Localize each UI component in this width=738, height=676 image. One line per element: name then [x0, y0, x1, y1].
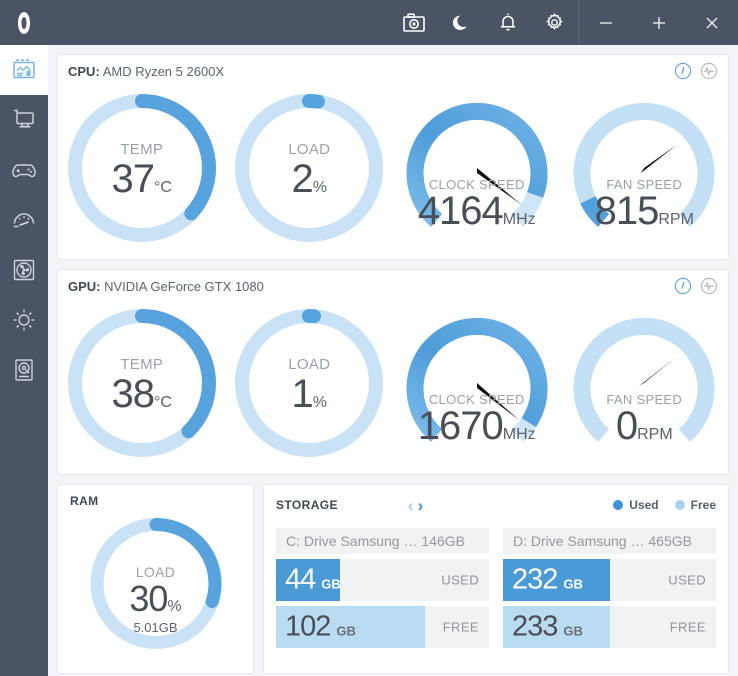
storage-prev-button[interactable]: ‹: [408, 497, 414, 514]
storage-next-button[interactable]: ›: [418, 497, 424, 514]
speedometer-icon: [10, 209, 38, 231]
gauge-view-icon[interactable]: [674, 62, 692, 80]
drive-used-value: 44 GB: [285, 563, 341, 596]
storage-header: STORAGE ‹ › Used Free: [276, 494, 716, 516]
minimize-button[interactable]: [579, 0, 632, 45]
legend-used-swatch: [613, 500, 624, 510]
graph-view-icon[interactable]: [700, 277, 718, 295]
graph-view-icon[interactable]: [700, 62, 718, 80]
drive-free-bar: 102 GB FREE: [276, 606, 489, 648]
drive-name: D: Drive Samsung … 465GB: [503, 528, 716, 554]
gpu-clock-gauge: CLOCK SPEED 1670MHz: [393, 300, 561, 472]
gpu-section-label: GPU:: [68, 279, 101, 294]
cpu-section-header: CPU: AMD Ryzen 5 2600X: [58, 55, 728, 87]
settings-button[interactable]: [531, 0, 578, 45]
cpu-load-value: 2%: [291, 157, 327, 201]
gpu-temp-label: TEMP: [120, 356, 164, 373]
cpu-fan-gauge: FAN SPEED 815RPM: [561, 85, 729, 257]
legend-used-label: Used: [629, 498, 659, 512]
cpu-temp-label: TEMP: [120, 141, 164, 158]
cpu-load-label: LOAD: [288, 141, 331, 158]
drive-free-value: 102 GB: [285, 610, 356, 643]
storage-legend: Used Free: [613, 498, 716, 512]
gpu-card: GPU: NVIDIA GeForce GTX 1080 TEMP 38°C L…: [57, 269, 729, 475]
sidebar-item-dashboard[interactable]: [0, 45, 48, 95]
dashboard-icon: [11, 58, 37, 82]
sidebar-item-performance[interactable]: [0, 195, 48, 245]
drive-list: C: Drive Samsung … 146GB 44 GB USED 102 GB: [276, 528, 716, 648]
maximize-button[interactable]: [632, 0, 685, 45]
drive-used-tag: USED: [668, 572, 706, 588]
drive-used-value: 232 GB: [512, 563, 583, 596]
drive-used-bar: 232 GB USED: [503, 559, 716, 601]
gpu-clock-value: 1670MHz: [417, 404, 536, 448]
cpu-clock-gauge: CLOCK SPEED 4164MHz: [393, 85, 561, 257]
gpu-load-label: LOAD: [288, 356, 331, 373]
drive-free-value: 233 GB: [512, 610, 583, 643]
gpu-view-toggle: [674, 277, 718, 295]
cpu-temp-gauge: TEMP 37°C: [58, 85, 226, 257]
close-button[interactable]: [685, 0, 738, 45]
gpu-device-name: NVIDIA GeForce GTX 1080: [104, 279, 264, 294]
gpu-gauges: TEMP 38°C LOAD 1% CLOCK SPEED 1670MHz FA…: [58, 300, 728, 472]
gpu-fan-value: 0RPM: [615, 404, 673, 448]
gauge-view-icon[interactable]: [674, 277, 692, 295]
legend-free-label: Free: [690, 498, 716, 512]
cpu-device-name: AMD Ryzen 5 2600X: [102, 64, 225, 79]
sidebar-item-storage[interactable]: [0, 345, 48, 395]
drive-used-tag: USED: [441, 572, 479, 588]
sun-icon: [11, 307, 37, 333]
monitor-icon: [11, 108, 37, 132]
cpu-gauges: TEMP 37°C LOAD 2% CLOCK SPEED 4164MHz FA…: [58, 85, 728, 257]
drive-item[interactable]: D: Drive Samsung … 465GB 232 GB USED 233 G: [503, 528, 716, 648]
legend-free: Free: [674, 498, 716, 512]
screenshot-button[interactable]: [390, 0, 437, 45]
gpu-load-gauge: LOAD 1%: [226, 300, 394, 472]
gamepad-icon: [10, 159, 38, 181]
sidebar: [0, 45, 48, 676]
storage-card: STORAGE ‹ › Used Free C: Drive Samsung ……: [263, 484, 729, 674]
gpu-section-header: GPU: NVIDIA GeForce GTX 1080: [58, 270, 728, 302]
cpu-load-gauge: LOAD 2%: [226, 85, 394, 257]
bottom-row: RAM LOAD 30% 5.01GB STORAGE ‹ › Used Fre…: [57, 484, 729, 674]
hard-drive-icon: [12, 357, 36, 383]
cpu-section-label: CPU:: [68, 64, 100, 79]
sidebar-item-lighting[interactable]: [0, 295, 48, 345]
cpu-temp-value: 37°C: [111, 157, 172, 201]
drive-free-bar: 233 GB FREE: [503, 606, 716, 648]
sidebar-item-monitor[interactable]: [0, 95, 48, 145]
sidebar-item-fan[interactable]: [0, 245, 48, 295]
ram-title: RAM: [70, 494, 99, 508]
storage-pager: ‹ ›: [408, 497, 423, 514]
gpu-temp-gauge: TEMP 38°C: [58, 300, 226, 472]
ram-used-bytes: 5.01GB: [133, 620, 178, 635]
cpu-card: CPU: AMD Ryzen 5 2600X TEMP 37°C LOAD 2%…: [57, 54, 729, 260]
content-area: CPU: AMD Ryzen 5 2600X TEMP 37°C LOAD 2%…: [48, 45, 738, 676]
gpu-fan-gauge: FAN SPEED 0RPM: [561, 300, 729, 472]
cpu-view-toggle: [674, 62, 718, 80]
cpu-fan-value: 815RPM: [594, 189, 694, 233]
title-bar: [0, 0, 738, 45]
ram-load-value: 30%: [129, 578, 182, 619]
cpu-clock-value: 4164MHz: [417, 189, 536, 233]
drive-free-tag: FREE: [442, 619, 479, 635]
app-logo-icon: [0, 0, 48, 45]
legend-used: Used: [613, 498, 659, 512]
storage-title: STORAGE: [276, 498, 338, 512]
drive-free-tag: FREE: [669, 619, 706, 635]
drive-used-bar: 44 GB USED: [276, 559, 489, 601]
app-window: CPU: AMD Ryzen 5 2600X TEMP 37°C LOAD 2%…: [0, 0, 738, 676]
gpu-load-value: 1%: [291, 372, 327, 416]
night-mode-button[interactable]: [437, 0, 484, 45]
drive-item[interactable]: C: Drive Samsung … 146GB 44 GB USED 102 GB: [276, 528, 489, 648]
sidebar-item-gaming[interactable]: [0, 145, 48, 195]
alerts-button[interactable]: [484, 0, 531, 45]
drive-name: C: Drive Samsung … 146GB: [276, 528, 489, 554]
ram-card: RAM LOAD 30% 5.01GB: [57, 484, 254, 674]
gpu-temp-value: 38°C: [111, 372, 172, 416]
fan-icon: [11, 258, 37, 282]
legend-free-swatch: [674, 500, 685, 510]
